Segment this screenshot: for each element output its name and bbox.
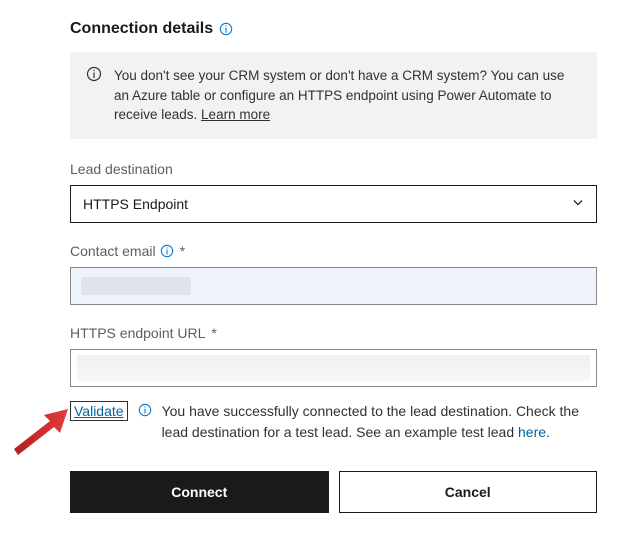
field-lead-destination: Lead destination HTTPS Endpoint <box>70 161 597 223</box>
field-label: HTTPS endpoint URL* <box>70 325 597 341</box>
annotation-arrow <box>10 405 70 455</box>
cancel-button[interactable]: Cancel <box>339 471 598 513</box>
redacted-value <box>77 355 590 381</box>
section-title: Connection details <box>70 20 213 38</box>
learn-more-link[interactable]: Learn more <box>201 107 270 122</box>
info-icon[interactable] <box>219 22 233 36</box>
example-lead-link[interactable]: here <box>518 424 546 440</box>
field-label: Contact email * <box>70 243 597 259</box>
validate-button[interactable]: Validate <box>70 401 128 422</box>
validate-row: Validate You have successfully connected… <box>70 401 597 443</box>
notice-text: You don't see your CRM system or don't h… <box>114 68 564 122</box>
validate-message: You have successfully connected to the l… <box>162 401 597 443</box>
info-icon <box>86 69 102 85</box>
https-url-input[interactable] <box>70 349 597 387</box>
notice-box: You don't see your CRM system or don't h… <box>70 52 597 139</box>
section-header: Connection details <box>70 20 597 38</box>
field-label: Lead destination <box>70 161 597 177</box>
connect-button[interactable]: Connect <box>70 471 329 513</box>
field-contact-email: Contact email * <box>70 243 597 305</box>
info-icon[interactable] <box>160 244 174 258</box>
info-icon[interactable] <box>138 403 152 417</box>
contact-email-input[interactable] <box>70 267 597 305</box>
field-https-url: HTTPS endpoint URL* <box>70 325 597 387</box>
lead-destination-select[interactable]: HTTPS Endpoint <box>70 185 597 223</box>
button-row: Connect Cancel <box>70 471 597 513</box>
redacted-value <box>81 277 191 295</box>
